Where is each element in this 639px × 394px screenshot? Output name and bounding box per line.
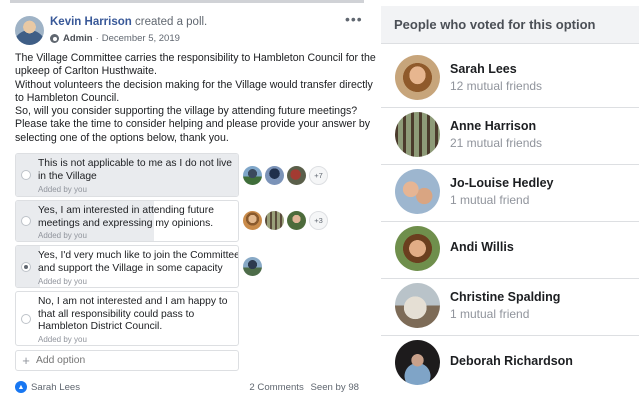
voter-avatar[interactable] — [395, 283, 440, 328]
mutual-friends: 1 mutual friend — [450, 193, 530, 207]
voter-name[interactable]: Anne Harrison — [450, 119, 536, 133]
voter-avatar[interactable] — [287, 211, 306, 230]
role-label: Admin — [63, 33, 93, 44]
poll-option-not-applicable[interactable]: This is not applicable to me as I do not… — [15, 153, 239, 197]
dialog-header: People who voted for this option — [381, 6, 639, 44]
option-line: in the Village — [38, 170, 97, 182]
voter-avatar[interactable] — [243, 211, 262, 230]
option-voters[interactable]: +7 — [243, 166, 328, 185]
add-option-field[interactable]: + — [15, 350, 239, 371]
voter-name[interactable]: Jo-Louise Hedley — [450, 176, 554, 190]
option-line: This is not applicable to me as I do not… — [38, 158, 233, 169]
seen-by-link[interactable]: Seen by 98 — [310, 382, 359, 393]
option-text: No, I am not interested and I am happy t… — [38, 296, 234, 334]
body-line: to Hambleton Council. — [15, 91, 120, 104]
voter-avatar[interactable] — [395, 340, 440, 385]
voter-avatar[interactable] — [395, 226, 440, 271]
voter-row[interactable]: Andi Willis — [381, 222, 639, 279]
option-line: Yes, I am interested in attending future — [38, 205, 214, 216]
voter-avatar[interactable] — [243, 257, 262, 276]
dialog-title: People who voted for this option — [394, 17, 596, 32]
body-line: selecting one of the options below, than… — [15, 131, 229, 144]
poll-post: Kevin Harrison created a poll. Admin · D… — [0, 0, 376, 394]
option-radio[interactable] — [21, 313, 31, 324]
post-meta: Admin · December 5, 2019 — [50, 33, 180, 44]
author-avatar[interactable] — [15, 16, 44, 45]
voter-avatar[interactable] — [243, 166, 262, 185]
voter-row[interactable]: Deborah Richardson — [381, 336, 639, 393]
option-line: No, I am not interested and I am happy t… — [38, 296, 228, 307]
admin-badge-icon — [50, 34, 59, 43]
plus-icon: + — [22, 353, 30, 368]
voter-avatar[interactable] — [265, 211, 284, 230]
mutual-friends: 21 mutual friends — [450, 136, 543, 150]
option-text: Yes, I am interested in attending future… — [38, 205, 234, 230]
add-option-input[interactable] — [36, 355, 216, 366]
option-text: Yes, I'd very much like to join the Comm… — [38, 250, 239, 275]
voter-row[interactable]: Anne Harrison 21 mutual friends — [381, 108, 639, 165]
option-radio[interactable] — [21, 216, 31, 226]
like-icon: ▲ — [15, 381, 27, 393]
author-name-link[interactable]: Kevin Harrison — [50, 16, 132, 28]
option-line: and support the Village in some capacity — [38, 262, 223, 274]
voter-avatar[interactable] — [395, 112, 440, 157]
poll-option-not-interested[interactable]: No, I am not interested and I am happy t… — [15, 291, 239, 346]
voter-avatar[interactable] — [287, 166, 306, 185]
voter-row[interactable]: Christine Spalding 1 mutual friend — [381, 279, 639, 336]
voter-avatar[interactable] — [395, 55, 440, 100]
mutual-friends: 12 mutual friends — [450, 79, 543, 93]
post-action: created a poll. — [135, 16, 208, 28]
more-options-icon[interactable]: ••• — [345, 11, 363, 27]
post-stats: 2 Comments Seen by 98 — [245, 382, 359, 393]
reactions[interactable]: ▲ Sarah Lees — [15, 381, 80, 393]
added-by-label: Added by you — [38, 335, 87, 344]
post-date-link[interactable]: December 5, 2019 — [102, 33, 180, 44]
poll-option-interested[interactable]: Yes, I am interested in attending future… — [15, 200, 239, 242]
voter-name[interactable]: Andi Willis — [450, 240, 514, 254]
voter-row[interactable]: Sarah Lees 12 mutual friends — [381, 51, 639, 108]
voter-name[interactable]: Deborah Richardson — [450, 354, 573, 368]
divider — [10, 0, 364, 3]
voter-name[interactable]: Christine Spalding — [450, 290, 560, 304]
post-header: Kevin Harrison created a poll. — [50, 16, 207, 28]
body-line: The Village Committee carries the respon… — [15, 52, 376, 64]
option-radio[interactable] — [21, 170, 31, 180]
voter-name[interactable]: Sarah Lees — [450, 62, 517, 76]
liker-name[interactable]: Sarah Lees — [31, 382, 80, 393]
body-line: Without volunteers the decision making f… — [15, 78, 373, 91]
option-voters[interactable] — [243, 257, 265, 276]
added-by-label: Added by you — [38, 231, 87, 240]
more-voters-button[interactable]: +7 — [309, 166, 328, 185]
voters-dialog: People who voted for this option Sarah L… — [381, 0, 639, 394]
option-line: Hambleton District Council. — [38, 321, 163, 332]
voter-row[interactable]: Jo-Louise Hedley 1 mutual friend — [381, 165, 639, 222]
mutual-friends: 1 mutual friend — [450, 307, 530, 321]
option-line: that all responsibility could pass to — [38, 308, 195, 320]
added-by-label: Added by you — [38, 277, 87, 286]
post-footer: ▲ Sarah Lees 2 Comments Seen by 98 — [15, 381, 359, 393]
post-body: The Village Committee carries the respon… — [15, 52, 376, 145]
voter-avatar[interactable] — [265, 166, 284, 185]
body-line: Please take the time to consider helping… — [15, 118, 371, 131]
more-voters-button[interactable]: +3 — [309, 211, 328, 230]
option-line: Yes, I'd very much like to join the Comm… — [38, 250, 239, 261]
body-line: So, will you consider supporting the vil… — [15, 105, 358, 118]
option-line: meetings and expressing my opinions. — [38, 217, 214, 229]
option-text: This is not applicable to me as I do not… — [38, 158, 234, 183]
poll-option-join-committee[interactable]: Yes, I'd very much like to join the Comm… — [15, 245, 239, 288]
option-radio-selected[interactable] — [21, 261, 31, 272]
comments-count-link[interactable]: 2 Comments — [249, 382, 303, 393]
body-line: upkeep of Carlton Husthwaite. — [15, 65, 157, 78]
option-voters[interactable]: +3 — [243, 211, 328, 230]
added-by-label: Added by you — [38, 185, 87, 194]
voter-avatar[interactable] — [395, 169, 440, 214]
